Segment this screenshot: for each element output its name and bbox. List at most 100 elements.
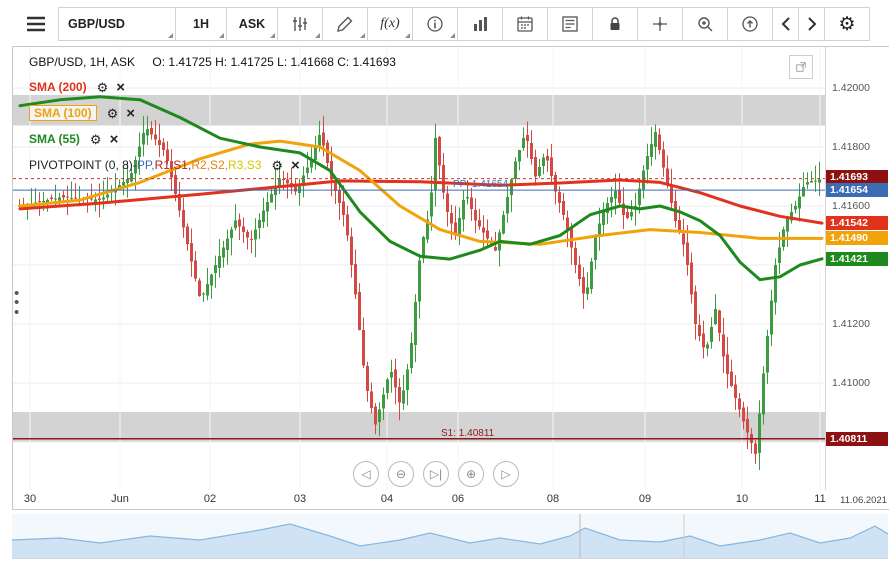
time-axis[interactable]: 11.06.2021 30Jun0203040608091011 bbox=[13, 491, 889, 508]
scroll-left-button[interactable] bbox=[772, 7, 799, 41]
calendar-button[interactable] bbox=[502, 7, 548, 41]
indicator-legend: SMA (200)⚙×SMA (100)⚙×SMA (55)⚙×PIVOTPOI… bbox=[29, 77, 300, 181]
pivot-level-label: PP, bbox=[137, 158, 155, 172]
cloud-save-button[interactable] bbox=[727, 7, 773, 41]
quote-board-button[interactable] bbox=[547, 7, 593, 41]
ohlc-readout: O: 1.41725 H: 1.41725 L: 1.41668 C: 1.41… bbox=[152, 55, 396, 69]
chart-nav-controls: ◁ ⊖ ▷| ⊕ ▷ bbox=[353, 461, 519, 487]
legend-settings-icon[interactable]: ⚙ bbox=[271, 159, 283, 172]
price-type-label: ASK bbox=[239, 17, 265, 31]
play-button[interactable]: ▷ bbox=[493, 461, 519, 487]
svg-text:PP: 1.41654: PP: 1.41654 bbox=[453, 179, 508, 190]
timeframe-label: 1H bbox=[193, 17, 209, 31]
price-axis[interactable]: 1.420001.418001.416001.412001.410001.416… bbox=[826, 47, 889, 490]
legend-sma-100-label: SMA (100) bbox=[29, 105, 97, 121]
svg-text:S1: 1.40811: S1: 1.40811 bbox=[441, 428, 495, 439]
legend-sma-55: SMA (55) ⚙ × bbox=[29, 129, 300, 149]
crosshair-icon bbox=[651, 15, 669, 33]
legend-settings-icon[interactable]: ⚙ bbox=[107, 107, 119, 120]
price-badge: 1.41490 bbox=[826, 231, 888, 245]
pivot-level-label: R2, bbox=[191, 158, 210, 172]
price-badge: 1.41654 bbox=[826, 183, 888, 197]
price-type-select[interactable]: ASK bbox=[226, 7, 278, 41]
magnifier-icon bbox=[696, 15, 714, 33]
x-axis-label: 10 bbox=[736, 493, 748, 505]
legend-remove-icon[interactable]: × bbox=[126, 106, 135, 121]
pivot-level-label: S2, bbox=[210, 158, 228, 172]
navigator-chart[interactable] bbox=[12, 514, 888, 558]
popout-icon bbox=[796, 60, 806, 74]
menu-button[interactable] bbox=[13, 7, 59, 41]
info-button[interactable] bbox=[412, 7, 458, 41]
x-axis-label: 06 bbox=[452, 493, 464, 505]
legend-remove-icon[interactable]: × bbox=[110, 132, 119, 147]
chevron-right-icon bbox=[806, 17, 818, 31]
x-axis-label: 04 bbox=[381, 493, 393, 505]
x-axis-label: 09 bbox=[639, 493, 651, 505]
legend-settings-icon[interactable]: ⚙ bbox=[97, 81, 109, 94]
price-badge: 1.40811 bbox=[826, 432, 888, 446]
zoom-in-button[interactable]: ⊕ bbox=[458, 461, 484, 487]
zoom-button[interactable] bbox=[682, 7, 728, 41]
zoom-out-button[interactable]: ⊖ bbox=[388, 461, 414, 487]
x-axis-label: 02 bbox=[204, 493, 216, 505]
step-back-button[interactable]: ◁ bbox=[353, 461, 379, 487]
price-tick: 1.41000 bbox=[832, 377, 870, 389]
bar-chart-icon bbox=[471, 15, 489, 33]
timeframe-select[interactable]: 1H bbox=[175, 7, 227, 41]
pivot-legend-prefix: PIVOTPOINT (0, 8) bbox=[29, 158, 133, 172]
axis-date-label: 11.06.2021 bbox=[840, 495, 887, 506]
legend-sma-200: SMA (200) ⚙ × bbox=[29, 77, 300, 97]
pivot-level-label: S1, bbox=[173, 158, 191, 172]
chevron-left-icon bbox=[780, 17, 792, 31]
price-badge: 1.41421 bbox=[826, 252, 888, 266]
function-button[interactable]: f(x) bbox=[367, 7, 413, 41]
legend-pivotpoint: PIVOTPOINT (0, 8) - PP, R1, S1, R2, S2, … bbox=[29, 155, 300, 175]
quote-board-icon bbox=[561, 15, 579, 33]
price-tick: 1.41800 bbox=[832, 141, 870, 153]
function-label: f(x) bbox=[380, 16, 399, 32]
pencil-icon bbox=[336, 15, 354, 33]
pivot-level-label: S3 bbox=[247, 158, 262, 172]
x-axis-label: 08 bbox=[547, 493, 559, 505]
legend-sma-200-label: SMA (200) bbox=[29, 80, 87, 94]
price-tick: 1.41600 bbox=[832, 200, 870, 212]
scroll-right-button[interactable] bbox=[798, 7, 825, 41]
price-tick: 1.41200 bbox=[832, 318, 870, 330]
popout-button[interactable] bbox=[789, 55, 813, 79]
pivot-level-label: R3, bbox=[228, 158, 247, 172]
range-navigator[interactable] bbox=[12, 514, 888, 559]
crosshair-button[interactable] bbox=[637, 7, 683, 41]
draw-button[interactable] bbox=[322, 7, 368, 41]
legend-remove-icon[interactable]: × bbox=[116, 80, 125, 95]
calendar-icon bbox=[516, 15, 534, 33]
price-badge: 1.41693 bbox=[826, 170, 888, 184]
settings-button[interactable]: ⚙ bbox=[824, 7, 870, 41]
price-badge: 1.41542 bbox=[826, 216, 888, 230]
panel-drag-handle[interactable]: ••• bbox=[14, 289, 19, 317]
indicators-icon bbox=[291, 15, 309, 33]
symbol-select[interactable]: GBP/USD bbox=[58, 7, 176, 41]
gear-icon: ⚙ bbox=[838, 15, 855, 34]
toolbar: GBP/USD 1H ASK f(x) bbox=[14, 7, 870, 41]
legend-remove-icon[interactable]: × bbox=[291, 158, 300, 173]
x-axis-label: 11 bbox=[814, 493, 825, 505]
pivot-level-label: R1, bbox=[155, 158, 174, 172]
chart-symbol-title: GBP/USD, 1H, ASK bbox=[29, 55, 135, 69]
trading-platform: GBP/USD 1H ASK f(x) bbox=[0, 0, 889, 564]
chart-type-button[interactable] bbox=[457, 7, 503, 41]
go-to-end-button[interactable]: ▷| bbox=[423, 461, 449, 487]
legend-sma-100: SMA (100) ⚙ × bbox=[29, 103, 300, 123]
lock-icon bbox=[606, 15, 624, 33]
lock-button[interactable] bbox=[592, 7, 638, 41]
legend-sma-55-label: SMA (55) bbox=[29, 132, 80, 146]
symbol-label: GBP/USD bbox=[68, 17, 125, 31]
indicators-button[interactable] bbox=[277, 7, 323, 41]
chart-widget: PP: 1.41654S1: 1.40811 GBP/USD, 1H, ASK … bbox=[12, 46, 889, 510]
legend-settings-icon[interactable]: ⚙ bbox=[90, 133, 102, 146]
menu-icon bbox=[26, 16, 46, 32]
x-axis-label: 30 bbox=[24, 493, 36, 505]
chart-plot-area[interactable]: PP: 1.41654S1: 1.40811 GBP/USD, 1H, ASK … bbox=[13, 47, 826, 490]
info-icon bbox=[426, 15, 444, 33]
x-axis-label: Jun bbox=[111, 493, 129, 505]
